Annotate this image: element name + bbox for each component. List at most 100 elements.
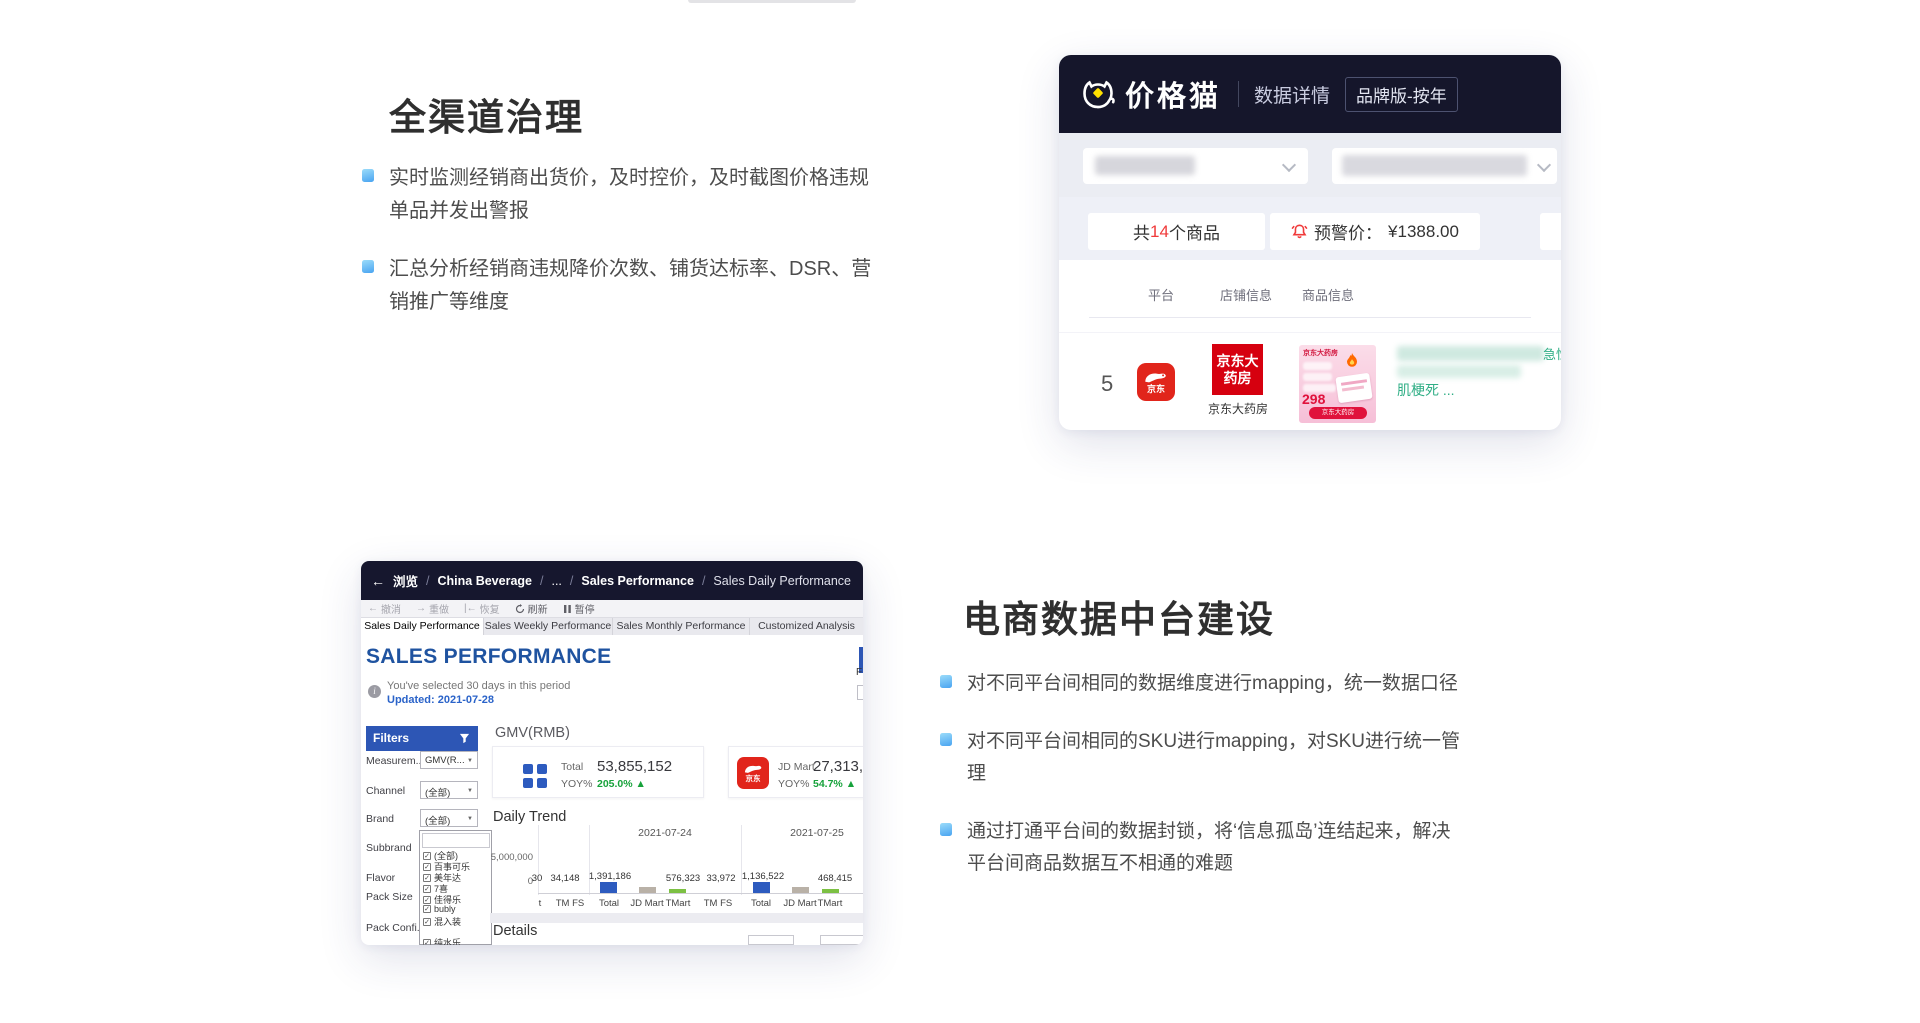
report-title: SALES PERFORMANCE bbox=[366, 645, 611, 669]
info-icon: i bbox=[368, 685, 381, 698]
total-channels-icon bbox=[537, 778, 547, 788]
subbrand-option[interactable]: ✓混入装 bbox=[423, 915, 461, 928]
undo-button[interactable]: ← 撤消 bbox=[368, 601, 401, 616]
store-logo: 京东大药房 bbox=[1212, 344, 1263, 395]
dashboard-screenshot-card: ← 浏览 / China Beverage / ... / Sales Perf… bbox=[361, 561, 863, 945]
channel-dropdown[interactable]: (全部) ▼ bbox=[420, 781, 478, 799]
restore-button[interactable]: |← 恢复 bbox=[464, 601, 500, 616]
brand-dropdown[interactable]: (全部) ▼ bbox=[420, 809, 478, 827]
redo-label: 重做 bbox=[429, 601, 449, 616]
product-image[interactable]: 京东大药房 298 京东大药房 bbox=[1299, 345, 1376, 423]
tab-sales-daily[interactable]: Sales Daily Performance bbox=[361, 618, 484, 635]
subbrand-search-input[interactable] bbox=[422, 833, 490, 848]
bar-jdmart bbox=[792, 887, 809, 893]
back-arrow-icon[interactable]: ← bbox=[371, 573, 385, 589]
filter-label-brand: Brand bbox=[366, 813, 394, 825]
redo-button[interactable]: → 重做 bbox=[416, 601, 449, 616]
promo-text-line bbox=[1303, 373, 1332, 381]
channel-section-title: 全渠道治理 bbox=[389, 87, 584, 141]
checkbox-checked-icon[interactable]: ✓ bbox=[423, 905, 431, 913]
pricecat-brand: 价格猫 bbox=[1125, 73, 1221, 115]
filter-dropdown-2[interactable] bbox=[1332, 148, 1557, 184]
header-divider bbox=[1238, 81, 1239, 107]
chart-date-group: 2021-07-25 bbox=[753, 827, 863, 839]
channel-bullet-2: 汇总分析经销商违规降价次数、铺货达标率、DSR、营销推广等维度 bbox=[362, 253, 879, 319]
filter-label-packsize: Pack Size bbox=[366, 891, 413, 903]
bar-jdmart bbox=[639, 887, 656, 893]
pause-icon bbox=[563, 604, 572, 614]
channel-value: (全部) bbox=[425, 785, 450, 799]
pricecat-nav-detail: 数据详情 bbox=[1254, 81, 1330, 108]
checkbox-checked-icon[interactable]: ✓ bbox=[423, 874, 431, 882]
total-suffix: 个商品 bbox=[1169, 219, 1220, 244]
checkbox-checked-icon[interactable]: ✓ bbox=[423, 885, 431, 893]
product-tag: 急性 bbox=[1543, 344, 1561, 363]
pricecat-nav-version-tab[interactable]: 品牌版-按年 bbox=[1345, 77, 1458, 112]
subbrand-option[interactable]: ✓纯水乐 bbox=[423, 936, 461, 945]
report-tab-bar: Sales Daily Performance Sales Weekly Per… bbox=[361, 618, 863, 635]
kpi-name: JD Mart bbox=[778, 761, 815, 773]
table-divider bbox=[1089, 317, 1531, 318]
product-image-brand: 京东大药房 bbox=[1303, 348, 1338, 358]
checkbox-checked-icon[interactable]: ✓ bbox=[423, 939, 431, 946]
store-name: 京东大药房 bbox=[1206, 400, 1270, 417]
refresh-button[interactable]: 刷新 bbox=[515, 601, 548, 616]
breadcrumb-china-beverage[interactable]: China Beverage bbox=[438, 574, 532, 588]
chevron-down-icon bbox=[1537, 158, 1551, 172]
pricecat-filter-row bbox=[1059, 133, 1561, 197]
bar-x-label: TMart bbox=[809, 898, 851, 909]
measurement-dropdown[interactable]: GMV(R... ▼ bbox=[420, 751, 478, 769]
bullet-marker-icon bbox=[940, 733, 952, 746]
bullet-marker-icon bbox=[940, 675, 952, 688]
breadcrumb-current-page: Sales Daily Performance bbox=[713, 574, 851, 588]
y-axis-tick: 0 bbox=[473, 876, 533, 887]
refresh-label: 刷新 bbox=[528, 601, 548, 616]
checkbox-checked-icon[interactable]: ✓ bbox=[423, 852, 431, 860]
bar-x-label: t bbox=[533, 898, 547, 909]
up-triangle-icon: ▲ bbox=[846, 778, 856, 790]
chart-scroll-strip[interactable] bbox=[490, 913, 863, 923]
redacted-filter-value bbox=[1095, 156, 1195, 175]
pause-label: 暂停 bbox=[575, 601, 595, 616]
redacted-filter-value bbox=[1342, 155, 1527, 176]
daily-trend-title: Daily Trend bbox=[493, 809, 566, 825]
tab-sales-weekly[interactable]: Sales Weekly Performance bbox=[484, 618, 613, 635]
clipped-right-panel-box bbox=[857, 685, 863, 700]
redacted-product-title bbox=[1397, 365, 1521, 378]
tab-customized[interactable]: Customized Analysis bbox=[750, 618, 863, 635]
chart-gridline bbox=[741, 825, 742, 895]
alert-price-value: ¥1388.00 bbox=[1388, 222, 1459, 242]
dashboard-breadcrumb-bar: ← 浏览 / China Beverage / ... / Sales Perf… bbox=[361, 561, 863, 600]
breadcrumb-browse[interactable]: 浏览 bbox=[393, 571, 418, 590]
kpi-value: 53,855,152 bbox=[597, 758, 672, 775]
undo-label: 撤消 bbox=[381, 601, 401, 616]
row-index: 5 bbox=[1101, 371, 1113, 397]
filter-dropdown-1[interactable] bbox=[1083, 148, 1308, 184]
table-divider bbox=[1059, 332, 1561, 333]
pricecat-screenshot-card: 价格猫 数据详情 品牌版-按年 共 14 个商品 bbox=[1059, 55, 1561, 430]
period-note: You've selected 30 days in this period bbox=[387, 680, 570, 692]
bar-value: 1,136,522 bbox=[735, 871, 791, 882]
tab-sales-monthly[interactable]: Sales Monthly Performance bbox=[613, 618, 750, 635]
breadcrumb-separator: / bbox=[426, 574, 429, 588]
pause-button[interactable]: 暂停 bbox=[563, 601, 595, 616]
subbrand-option[interactable]: ✓bubly bbox=[423, 904, 456, 914]
jd-platform-icon: 京东 bbox=[1137, 363, 1175, 401]
product-title-link[interactable]: 肌梗死 ... bbox=[1397, 380, 1455, 400]
breadcrumb-sales-performance[interactable]: Sales Performance bbox=[581, 574, 694, 588]
bar-x-label: TM FS bbox=[546, 898, 594, 909]
details-section-title: Details bbox=[493, 923, 537, 939]
breadcrumb-ellipsis[interactable]: ... bbox=[551, 574, 561, 588]
redacted-product-title bbox=[1397, 346, 1544, 361]
column-header-platform: 平台 bbox=[1148, 285, 1174, 304]
bar-x-label: Total bbox=[740, 898, 782, 909]
checkbox-checked-icon[interactable]: ✓ bbox=[423, 918, 431, 926]
kpi-value: 27,313,8 bbox=[813, 758, 863, 775]
checkbox-checked-icon[interactable]: ✓ bbox=[423, 896, 431, 904]
refresh-icon bbox=[515, 604, 525, 614]
datahub-section-title: 电商数据中台建设 bbox=[963, 589, 1275, 643]
channel-bullet-1-text: 实时监测经销商出货价，及时控价，及时截图价格违规单品并发出警报 bbox=[389, 167, 869, 222]
pricecat-logo-cat-icon bbox=[1078, 74, 1118, 114]
checkbox-checked-icon[interactable]: ✓ bbox=[423, 863, 431, 871]
clipped-right-panel-text: F bbox=[856, 667, 862, 678]
